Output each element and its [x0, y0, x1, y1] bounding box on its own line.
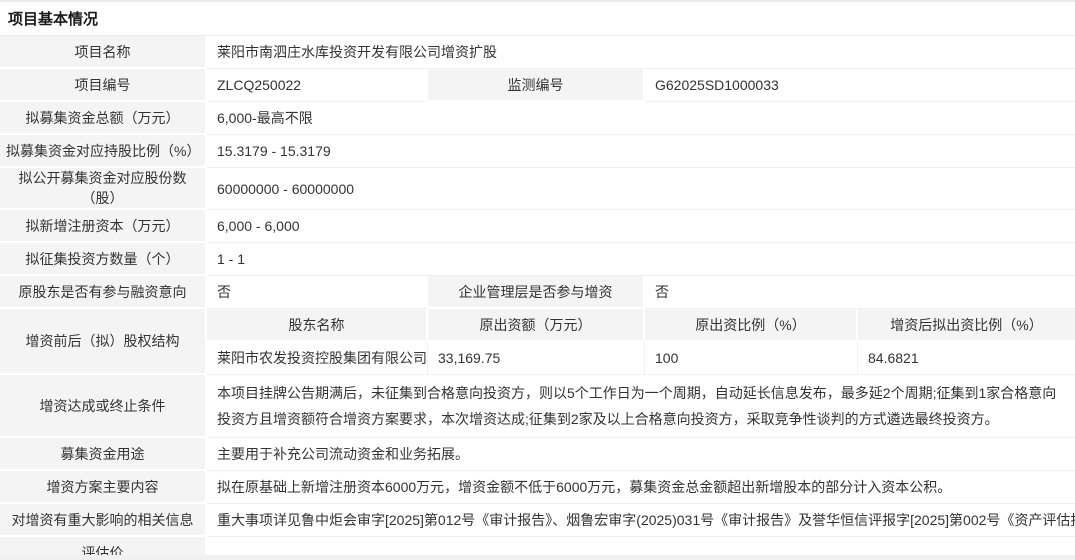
field-value-deal-conditions: 本项目挂牌公告期满后，未征集到合格意向投资方，则以5个工作日为一个周期，自动延长…	[207, 375, 1075, 438]
field-value-share-count: 60000000 - 60000000	[207, 168, 1075, 210]
field-label-investor-count: 拟征集投资方数量（个）	[0, 243, 207, 276]
table-row-deal-conditions: 增资达成或终止条件 本项目挂牌公告期满后，未征集到合格意向投资方，则以5个工作日…	[0, 375, 1075, 438]
field-value-total-funds: 6,000-最高不限	[207, 102, 1075, 135]
table-row-project-name: 项目名称 莱阳市南泗庄水库投资开发有限公司增资扩股	[0, 36, 1075, 69]
field-value-management-participation: 否	[645, 276, 1075, 309]
field-value-shareholding-ratio: 15.3179 - 15.3179	[207, 135, 1075, 168]
table-row-total-funds: 拟募集资金总额（万元） 6,000-最高不限	[0, 102, 1075, 135]
table-row-funds-usage: 募集资金用途 主要用于补充公司流动资金和业务拓展。	[0, 438, 1075, 471]
table-row-plan-content: 增资方案主要内容 拟在原基础上新增注册资本6000万元，增资金额不低于6000万…	[0, 471, 1075, 504]
equity-header-original-amount: 原出资额（万元）	[428, 309, 645, 342]
field-label-related-info: 对增资有重大影响的相关信息	[0, 504, 207, 537]
field-label-total-funds: 拟募集资金总额（万元）	[0, 102, 207, 135]
table-row-investor-count: 拟征集投资方数量（个） 1 - 1	[0, 243, 1075, 276]
table-row-share-count: 拟公开募集资金对应股份数（股） 60000000 - 60000000	[0, 168, 1075, 210]
field-label-new-registered-capital: 拟新增注册资本（万元）	[0, 210, 207, 243]
table-row-new-registered-capital: 拟新增注册资本（万元） 6,000 - 6,000	[0, 210, 1075, 243]
table-row-project-code: 项目编号 ZLCQ250022 监测编号 G62025SD1000033	[0, 69, 1075, 102]
field-label-equity-structure: 增资前后（拟）股权结构	[0, 309, 207, 375]
field-label-share-count: 拟公开募集资金对应股份数（股）	[0, 168, 207, 210]
table-row-shareholder-intent: 原股东是否有参与融资意向 否 企业管理层是否参与增资 否	[0, 276, 1075, 309]
field-label-project-name: 项目名称	[0, 36, 207, 69]
field-label-management-participation: 企业管理层是否参与增资	[428, 276, 645, 309]
page-bottom-divider	[0, 555, 1075, 560]
equity-cell-post-ratio: 84.6821	[858, 342, 1075, 375]
field-label-plan-content: 增资方案主要内容	[0, 471, 207, 504]
equity-header-original-ratio: 原出资比例（%）	[645, 309, 858, 342]
field-value-monitor-code: G62025SD1000033	[645, 69, 1075, 102]
field-label-project-code: 项目编号	[0, 69, 207, 102]
section-title: 项目基本情况	[0, 2, 1075, 36]
field-label-deal-conditions: 增资达成或终止条件	[0, 375, 207, 438]
field-label-funds-usage: 募集资金用途	[0, 438, 207, 471]
field-value-new-registered-capital: 6,000 - 6,000	[207, 210, 1075, 243]
equity-header-post-ratio: 增资后拟出资比例（%）	[858, 309, 1075, 342]
field-label-original-shareholder-intent: 原股东是否有参与融资意向	[0, 276, 207, 309]
field-value-original-shareholder-intent: 否	[207, 276, 428, 309]
equity-cell-shareholder-name: 莱阳市农发投资控股集团有限公司	[207, 342, 428, 375]
field-label-shareholding-ratio: 拟募集资金对应持股比例（%）	[0, 135, 207, 168]
equity-cell-original-amount: 33,169.75	[428, 342, 645, 375]
equity-table-header-row: 增资前后（拟）股权结构 股东名称 原出资额（万元） 原出资比例（%） 增资后拟出…	[0, 309, 1075, 342]
table-row-related-info: 对增资有重大影响的相关信息 重大事项详见鲁中炬会审字[2025]第012号《审计…	[0, 504, 1075, 537]
field-value-project-name: 莱阳市南泗庄水库投资开发有限公司增资扩股	[207, 36, 1075, 69]
field-label-monitor-code: 监测编号	[428, 69, 645, 102]
field-value-plan-content: 拟在原基础上新增注册资本6000万元，增资金额不低于6000万元，募集资金总金额…	[207, 471, 1075, 504]
equity-header-shareholder-name: 股东名称	[207, 309, 428, 342]
equity-cell-original-ratio: 100	[645, 342, 858, 375]
field-value-funds-usage: 主要用于补充公司流动资金和业务拓展。	[207, 438, 1075, 471]
table-row-shareholding-ratio: 拟募集资金对应持股比例（%） 15.3179 - 15.3179	[0, 135, 1075, 168]
field-value-related-info: 重大事项详见鲁中炬会审字[2025]第012号《审计报告》、烟鲁宏审字(2025…	[207, 504, 1075, 537]
field-value-project-code: ZLCQ250022	[207, 69, 428, 102]
project-info-table: 项目基本情况 项目名称 莱阳市南泗庄水库投资开发有限公司增资扩股 项目编号 ZL…	[0, 2, 1075, 560]
field-value-investor-count: 1 - 1	[207, 243, 1075, 276]
table-row: 项目基本情况	[0, 2, 1075, 36]
project-basic-info-page: 项目基本情况 项目名称 莱阳市南泗庄水库投资开发有限公司增资扩股 项目编号 ZL…	[0, 0, 1075, 560]
